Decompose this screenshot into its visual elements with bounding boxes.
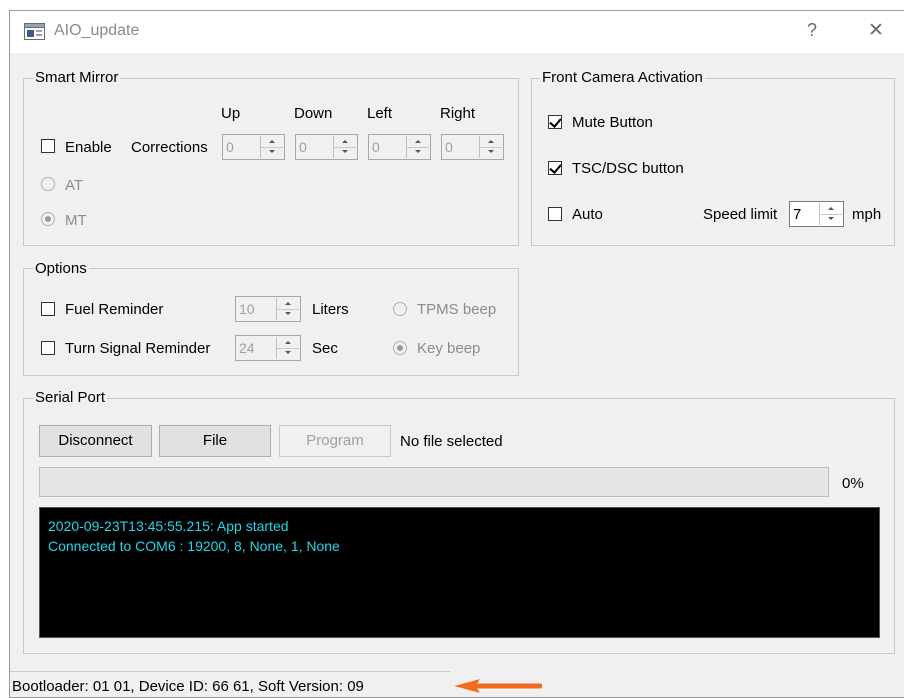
mute-button-label: Mute Button (572, 114, 653, 131)
file-status-text: No file selected (400, 433, 503, 450)
down-value: 0 (299, 139, 307, 155)
speed-limit-label: Speed limit (703, 206, 778, 223)
corrections-label: Corrections (131, 139, 208, 156)
log-line: Connected to COM6 : 19200, 8, None, 1, N… (48, 538, 340, 554)
radio-mt[interactable] (41, 212, 55, 226)
statusbar-separator (10, 671, 450, 672)
statusbar-device-info: Bootloader: 01 01, Device ID: 66 61, Sof… (12, 678, 364, 695)
left-spinbox[interactable]: 0 (368, 134, 431, 160)
fuel-unit-label: Liters (312, 301, 349, 318)
fuel-reminder-label: Fuel Reminder (65, 301, 164, 318)
turn-signal-value: 24 (239, 340, 255, 356)
auto-checkbox[interactable] (548, 207, 562, 221)
spin-down-arrow-icon[interactable] (277, 348, 299, 359)
right-spinbox[interactable]: 0 (441, 134, 504, 160)
options-legend: Options (33, 260, 89, 277)
speed-unit-label: mph (852, 206, 882, 223)
spin-down-arrow-icon[interactable] (261, 147, 283, 158)
direction-label-left: Left (367, 105, 393, 122)
mute-button-checkbox[interactable] (548, 115, 562, 129)
direction-label-right: Right (440, 105, 476, 122)
direction-label-down: Down (294, 105, 333, 122)
down-spinbox[interactable]: 0 (295, 134, 358, 160)
turn-signal-spinbox[interactable]: 24 (235, 335, 301, 361)
direction-label-up: Up (221, 105, 241, 122)
fuel-reminder-spinbox[interactable]: 10 (235, 296, 301, 322)
front-camera-legend: Front Camera Activation (540, 69, 705, 86)
smart-mirror-legend: Smart Mirror (33, 69, 121, 86)
turn-signal-checkbox[interactable] (41, 341, 55, 355)
spin-down-arrow-icon[interactable] (277, 309, 299, 320)
file-button[interactable]: File (159, 425, 271, 457)
enable-checkbox[interactable] (41, 139, 55, 153)
tpms-beep-label: TPMS beep (417, 301, 497, 318)
app-window-icon (24, 23, 45, 40)
close-button[interactable]: ✕ (868, 19, 884, 42)
left-value: 0 (372, 139, 380, 155)
fuel-reminder-checkbox[interactable] (41, 302, 55, 316)
arrow-left-annotation-icon (454, 679, 542, 693)
radio-tpms-beep[interactable] (393, 302, 407, 316)
tsc-dsc-checkbox[interactable] (548, 161, 562, 175)
window-title: AIO_update (54, 22, 140, 39)
auto-label: Auto (572, 206, 603, 223)
log-line: 2020-09-23T13:45:55.215: App started (48, 518, 289, 534)
radio-at[interactable] (41, 177, 55, 191)
speed-limit-value: 7 (793, 206, 802, 223)
tsc-dsc-label: TSC/DSC button (572, 160, 684, 177)
program-button[interactable]: Program (279, 425, 391, 457)
log-console[interactable]: 2020-09-23T13:45:55.215: App started Con… (39, 507, 880, 638)
serial-port-legend: Serial Port (33, 389, 108, 406)
disconnect-button[interactable]: Disconnect (39, 425, 152, 457)
upload-progress-bar (39, 467, 829, 497)
smart-mirror-group (23, 78, 519, 246)
help-button[interactable]: ? (807, 20, 817, 41)
turn-signal-label: Turn Signal Reminder (65, 340, 211, 357)
spin-down-arrow-icon[interactable] (334, 147, 356, 158)
spin-down-arrow-icon[interactable] (480, 147, 502, 158)
radio-key-beep[interactable] (393, 341, 407, 355)
turn-signal-unit-label: Sec (312, 340, 338, 357)
spin-down-arrow-icon[interactable] (407, 147, 429, 158)
fuel-reminder-value: 10 (239, 301, 255, 317)
radio-at-label: AT (65, 177, 84, 194)
key-beep-label: Key beep (417, 340, 481, 357)
enable-label: Enable (65, 139, 112, 156)
speed-limit-spinbox[interactable]: 7 (789, 201, 844, 227)
progress-percent: 0% (842, 475, 864, 492)
title-bar[interactable]: AIO_update ? ✕ (10, 11, 904, 53)
spin-down-arrow-icon[interactable] (820, 214, 842, 225)
up-spinbox[interactable]: 0 (222, 134, 285, 160)
radio-mt-label: MT (65, 212, 87, 229)
right-value: 0 (445, 139, 453, 155)
up-value: 0 (226, 139, 234, 155)
